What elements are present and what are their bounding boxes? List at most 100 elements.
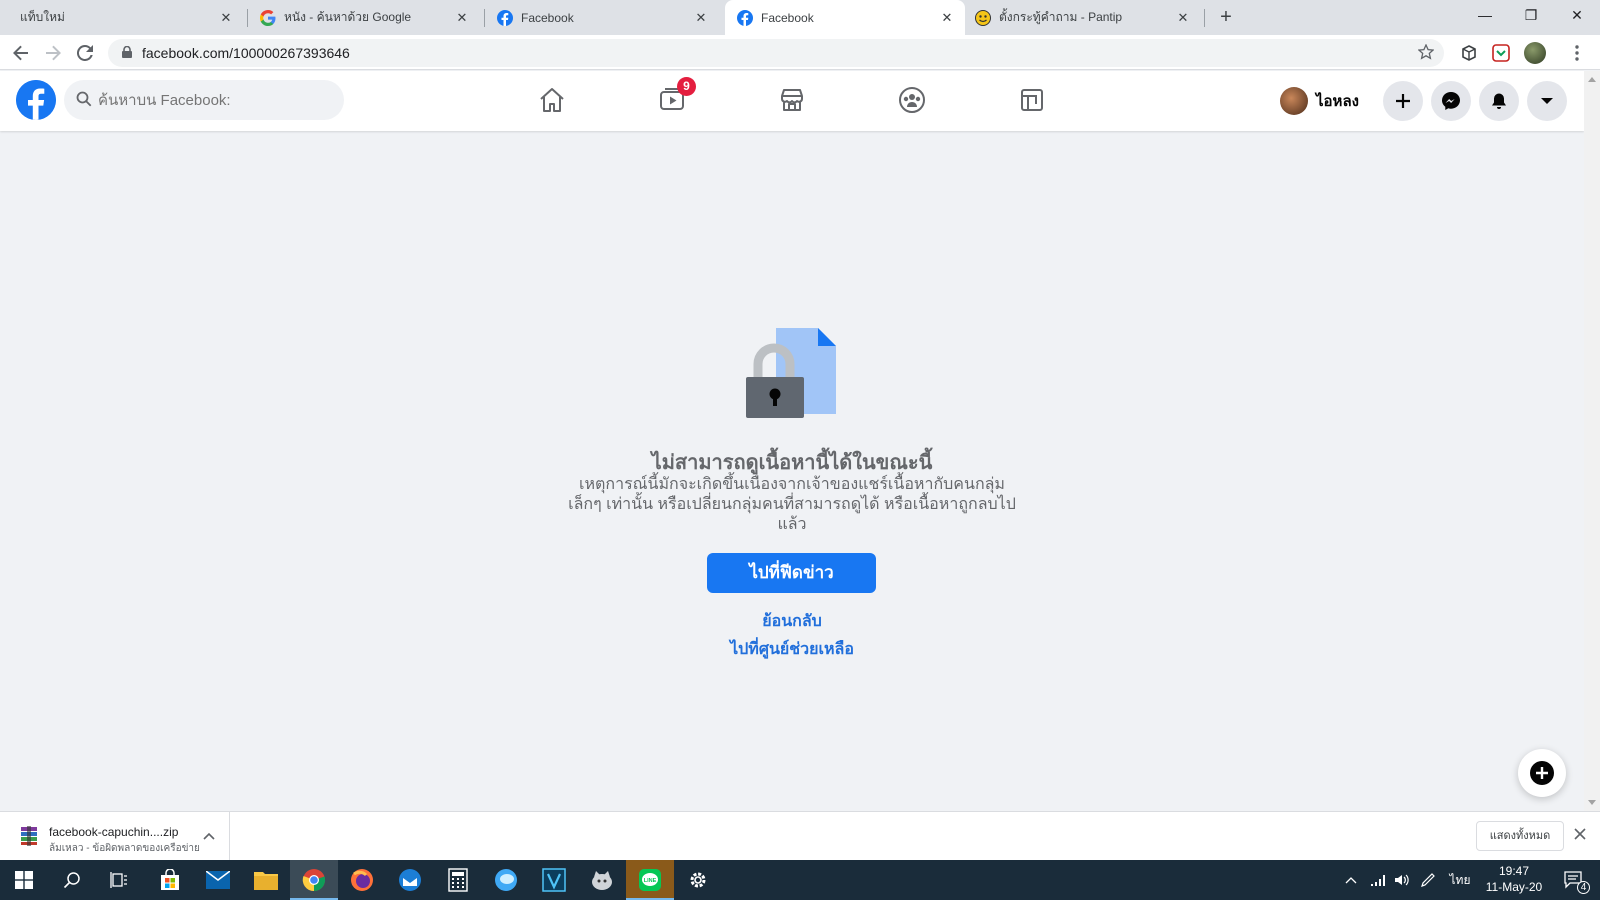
avatar	[1280, 87, 1308, 115]
microsoft-store-icon[interactable]	[146, 860, 194, 900]
error-description: เหตุการณ์นี้มักจะเกิดขึ้นเนื่องจากเจ้าขอ…	[568, 476, 1016, 533]
restore-icon[interactable]: ❐	[1508, 0, 1554, 30]
windows-taskbar: LINE ไทย 19:47 11-May-20 4	[0, 860, 1600, 900]
tab-separator	[1204, 9, 1205, 27]
task-view-icon[interactable]	[96, 860, 144, 900]
profile-shortcut[interactable]: ไอหลง	[1280, 85, 1359, 117]
address-bar[interactable]: facebook.com/100000267393646	[108, 39, 1444, 67]
messenger-button[interactable]	[1431, 81, 1471, 121]
locked-content-illustration	[744, 326, 838, 420]
reload-icon[interactable]	[72, 40, 98, 66]
error-title: ไม่สามารถดูเนื้อหานี้ได้ในขณะนี้	[651, 452, 933, 474]
url-text: facebook.com/100000267393646	[142, 45, 350, 61]
close-tab-icon[interactable]: ✕	[939, 10, 955, 26]
content-unavailable-page: ไม่สามารถดูเนื้อหานี้ได้ในขณะนี้ เหตุการ…	[0, 131, 1584, 811]
nav-groups-icon[interactable]	[892, 82, 932, 118]
close-tab-icon[interactable]: ✕	[693, 10, 709, 26]
watch-notification-badge: 9	[677, 77, 696, 96]
back-arrow-icon[interactable]	[8, 40, 34, 66]
tray-chevron-up-icon[interactable]	[1340, 860, 1362, 900]
scroll-up-arrow-icon[interactable]	[1588, 77, 1596, 82]
firefox-icon[interactable]	[338, 860, 386, 900]
scroll-down-arrow-icon[interactable]	[1588, 800, 1596, 805]
vectorworks-v-icon[interactable]	[530, 860, 578, 900]
profile-avatar-icon[interactable]	[1522, 40, 1548, 66]
input-language-indicator[interactable]: ไทย	[1444, 860, 1476, 900]
pantip-icon	[975, 9, 991, 26]
browser-tab[interactable]: แท็บใหม่ ✕	[0, 0, 244, 35]
browser-tab-active[interactable]: Facebook ✕	[725, 0, 965, 35]
download-item[interactable]: facebook-capuchin....zip ล้มเหลว - ข้อผิ…	[0, 812, 230, 861]
network-icon[interactable]	[1366, 860, 1390, 900]
close-tab-icon[interactable]: ✕	[1175, 10, 1191, 26]
minimize-icon[interactable]: —	[1462, 0, 1508, 30]
facebook-icon	[497, 9, 513, 26]
profile-name: ไอหลง	[1316, 93, 1359, 110]
tab-separator	[247, 9, 248, 27]
taskbar-clock[interactable]: 19:47 11-May-20	[1482, 863, 1546, 895]
cat-app-icon[interactable]	[578, 860, 626, 900]
mail-icon[interactable]	[194, 860, 242, 900]
tab-title: ตั้งกระทู้คำถาม - Pantip	[999, 10, 1123, 24]
close-tab-icon[interactable]: ✕	[454, 10, 470, 26]
new-message-button[interactable]	[1518, 749, 1566, 797]
facebook-header: 9 ไอหลง	[0, 71, 1584, 131]
line-app-icon[interactable]: LINE	[626, 860, 674, 900]
browser-tab-strip: แท็บใหม่ ✕ หนัง - ค้นหาด้วย Google ✕ Fac…	[0, 0, 1600, 35]
facebook-logo-icon[interactable]	[16, 80, 56, 120]
settings-gear-icon[interactable]	[674, 860, 722, 900]
download-status: ล้มเหลว - ข้อผิดพลาดของเครือข่าย	[49, 843, 200, 854]
browser-toolbar: facebook.com/100000267393646	[0, 35, 1600, 70]
show-all-downloads-button[interactable]: แสดงทั้งหมด	[1476, 821, 1564, 851]
go-to-news-feed-button[interactable]: ไปที่ฟีดข่าว	[707, 553, 876, 593]
tab-title: หนัง - ค้นหาด้วย Google	[284, 10, 412, 24]
calculator-icon[interactable]	[434, 860, 482, 900]
browser-menu-icon[interactable]	[1564, 40, 1590, 66]
action-center-icon[interactable]: 4	[1554, 860, 1594, 900]
nav-gaming-icon[interactable]	[1012, 82, 1052, 118]
forward-arrow-icon[interactable]	[40, 40, 66, 66]
notification-count-badge: 4	[1577, 881, 1590, 894]
extension-pocket-icon[interactable]	[1488, 40, 1514, 66]
browser-tab[interactable]: ตั้งกระทู้คำถาม - Pantip ✕	[965, 0, 1201, 35]
photos-app-icon[interactable]	[482, 860, 530, 900]
extension-cube-icon[interactable]	[1456, 40, 1482, 66]
tab-title: Facebook	[761, 10, 814, 25]
lock-icon	[122, 45, 132, 61]
help-center-link[interactable]: ไปที่ศูนย์ช่วยเหลือ	[0, 637, 1584, 662]
nav-watch-icon[interactable]: 9	[652, 77, 696, 118]
bookmark-star-icon[interactable]	[1417, 43, 1435, 63]
file-explorer-icon[interactable]	[242, 860, 290, 900]
pen-ink-icon[interactable]	[1416, 860, 1440, 900]
chrome-icon[interactable]	[290, 860, 338, 900]
notifications-bell-button[interactable]	[1479, 81, 1519, 121]
svg-text:LINE: LINE	[644, 878, 657, 884]
new-tab-button[interactable]: +	[1214, 5, 1238, 29]
nav-marketplace-icon[interactable]	[772, 82, 812, 118]
window-close-icon[interactable]: ✕	[1554, 0, 1600, 30]
account-menu-button[interactable]	[1527, 81, 1567, 121]
go-back-link[interactable]: ย้อนกลับ	[0, 609, 1584, 634]
create-plus-button[interactable]	[1383, 81, 1423, 121]
facebook-icon	[737, 9, 753, 26]
close-shelf-icon[interactable]	[1574, 828, 1586, 843]
search-icon	[76, 91, 92, 110]
browser-tab[interactable]: Facebook ✕	[487, 0, 719, 35]
chevron-up-icon[interactable]	[203, 828, 215, 843]
search-icon[interactable]	[48, 860, 96, 900]
tab-separator	[484, 9, 485, 27]
close-tab-icon[interactable]: ✕	[218, 10, 234, 26]
search-input[interactable]	[98, 91, 318, 109]
windows-start-icon[interactable]	[0, 860, 48, 900]
clock-time: 19:47	[1498, 864, 1530, 878]
go-back-link-label[interactable]: ย้อนกลับ	[762, 613, 822, 630]
nav-home-icon[interactable]	[532, 82, 572, 118]
thunderbird-icon[interactable]	[386, 860, 434, 900]
zip-file-icon	[20, 826, 38, 849]
clock-date: 11-May-20	[1485, 880, 1543, 894]
page-scrollbar[interactable]	[1584, 71, 1600, 811]
facebook-search[interactable]	[64, 80, 344, 120]
help-center-link-label[interactable]: ไปที่ศูนย์ช่วยเหลือ	[730, 641, 854, 658]
volume-icon[interactable]	[1390, 860, 1414, 900]
browser-tab[interactable]: หนัง - ค้นหาด้วย Google ✕	[250, 0, 480, 35]
